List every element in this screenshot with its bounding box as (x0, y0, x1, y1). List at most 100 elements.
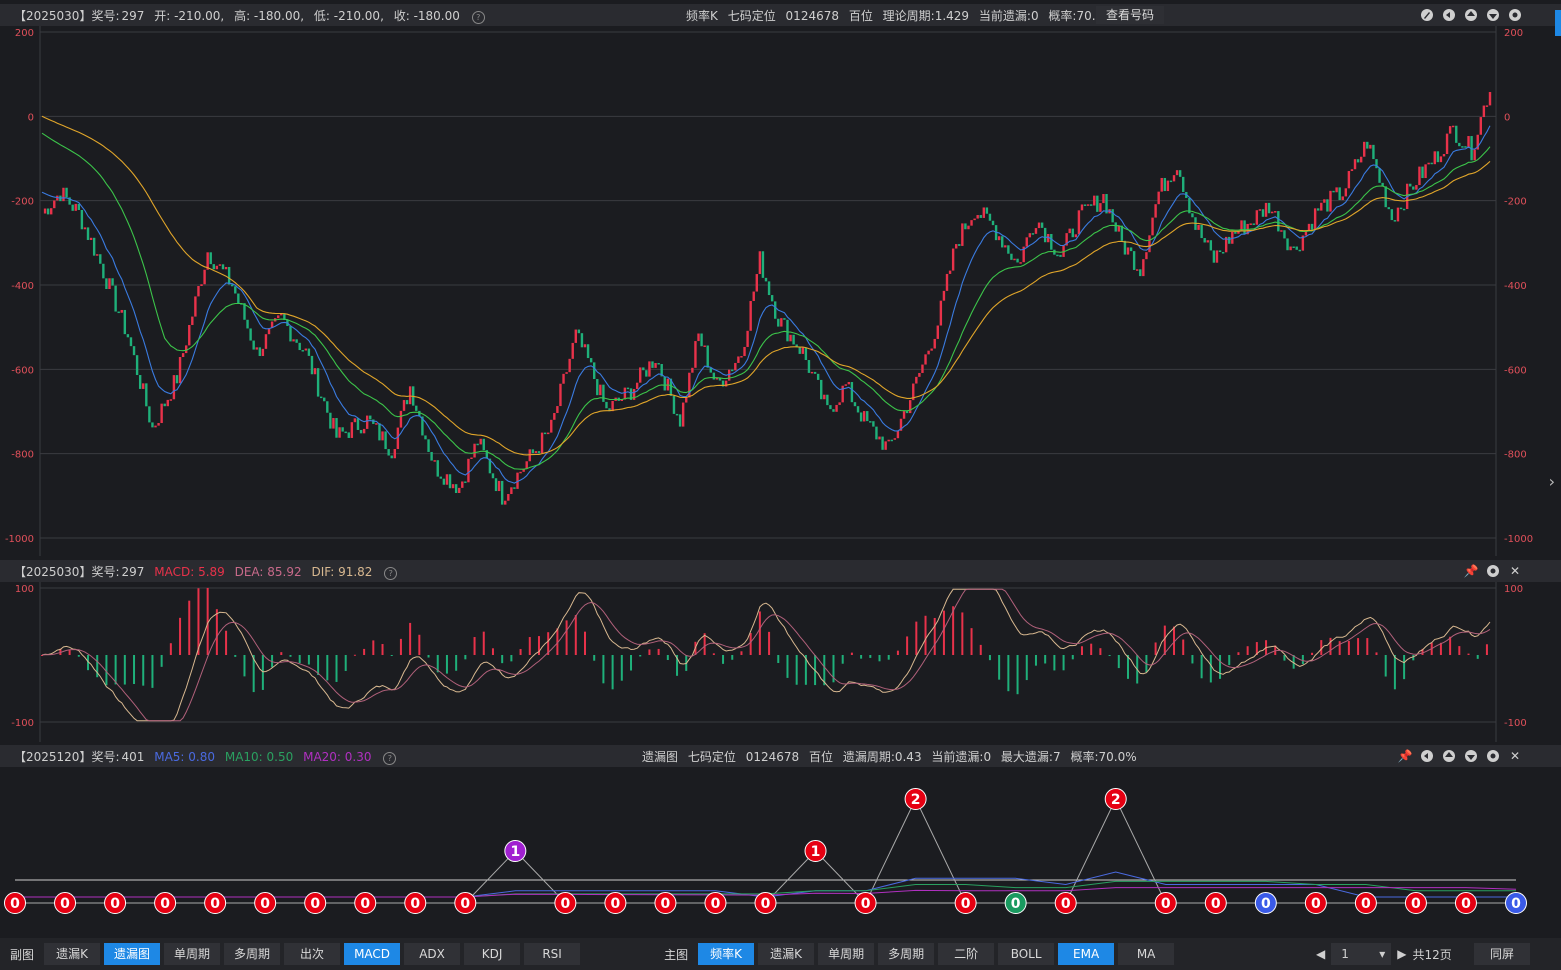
help-icon[interactable]: ? (384, 566, 398, 580)
candle (200, 284, 203, 286)
settings-icon[interactable] (1485, 748, 1501, 764)
macd-bar (353, 654, 356, 656)
miss-marker[interactable]: 0 (104, 892, 127, 914)
sub-tab-0[interactable]: 遗漏K (44, 943, 101, 965)
candle (181, 353, 185, 358)
miss-marker[interactable]: 0 (854, 892, 877, 914)
miss-marker[interactable]: 0 (704, 892, 727, 914)
miss-marker[interactable]: 0 (604, 892, 627, 914)
miss-marker[interactable]: 0 (554, 892, 577, 914)
miss-marker[interactable]: 0 (1254, 892, 1277, 914)
miss-marker[interactable]: 0 (354, 892, 377, 914)
candle (1148, 235, 1151, 253)
prev-page-icon[interactable]: ◀ (1316, 947, 1325, 961)
back-icon[interactable] (1441, 7, 1457, 23)
pin-icon[interactable]: 📌 (1397, 748, 1413, 764)
main-tab-3[interactable]: 多周期 (878, 943, 935, 965)
page-select[interactable]: 1 ▾ (1331, 943, 1392, 965)
edit-icon[interactable] (1419, 7, 1435, 23)
miss-marker[interactable]: 1 (504, 840, 527, 862)
macd-bar (998, 655, 1001, 680)
miss-chart[interactable]: 0 0 0 0 0 0 0 0 0 0 1 0 0 0 0 0 1 0 2 0 0 0 2 0 0 0 0 0 0 0 0 (0, 767, 1561, 937)
candle (703, 345, 706, 348)
back-icon[interactable] (1419, 748, 1435, 764)
sub-tab-7[interactable]: KDJ (464, 943, 521, 965)
candle (976, 215, 979, 219)
macd-bar (445, 655, 448, 674)
close-icon[interactable]: ✕ (1507, 563, 1523, 579)
next-page-icon[interactable]: ▶ (1397, 947, 1406, 961)
miss-marker[interactable]: 1 (804, 840, 827, 862)
settings-icon[interactable] (1485, 563, 1501, 579)
miss-marker-value: 0 (360, 896, 370, 912)
candle (362, 428, 366, 434)
settings-icon[interactable] (1507, 7, 1523, 23)
candle (783, 318, 786, 320)
close-icon[interactable]: ✕ (1507, 748, 1523, 764)
candle (1292, 246, 1295, 249)
main-tab-5[interactable]: BOLL (998, 943, 1055, 965)
chevron-right-icon[interactable]: › (1549, 472, 1555, 491)
miss-marker[interactable]: 0 (1204, 892, 1227, 914)
main-tab-1[interactable]: 遗漏K (758, 943, 815, 965)
sub-tab-3[interactable]: 多周期 (224, 943, 281, 965)
macd-chart[interactable]: 100 100 -100 -100 (0, 582, 1561, 742)
pin-icon[interactable]: 📌 (1463, 563, 1479, 579)
miss-marker[interactable]: 0 (1004, 892, 1027, 914)
same-screen-button[interactable]: 同屏 (1474, 943, 1530, 965)
main-tab-6[interactable]: EMA (1058, 943, 1115, 965)
miss-marker[interactable]: 0 (1354, 892, 1377, 914)
main-kline-chart[interactable]: 200 200 0 0 -200 -200 -400 -400 -600 -600 -800 -800… (0, 26, 1561, 556)
check-number-button[interactable]: 查看号码 (1096, 6, 1165, 24)
up-icon[interactable] (1463, 7, 1479, 23)
down-icon[interactable] (1485, 7, 1501, 23)
main-tab-0[interactable]: 频率K (698, 943, 755, 965)
candle (166, 399, 169, 407)
up-icon[interactable] (1441, 748, 1457, 764)
miss-marker[interactable]: 0 (154, 892, 177, 914)
miss-marker[interactable]: 0 (4, 892, 26, 914)
miss-marker[interactable]: 0 (1304, 892, 1327, 914)
miss-marker[interactable]: 0 (1505, 892, 1527, 914)
miss-marker[interactable]: 0 (204, 892, 227, 914)
candle (1010, 253, 1013, 260)
miss-marker[interactable]: 2 (904, 788, 927, 810)
sub-tab-2[interactable]: 单周期 (164, 943, 221, 965)
sub-tab-1[interactable]: 遗漏图 (104, 943, 161, 965)
macd-bar (933, 617, 936, 655)
sub-tab-5[interactable]: MACD (344, 943, 401, 965)
miss-prize-label: 奖号: (91, 749, 120, 764)
sub-tab-6[interactable]: ADX (404, 943, 461, 965)
miss-marker[interactable]: 2 (1104, 788, 1127, 810)
help-icon[interactable]: ? (471, 10, 485, 24)
miss-marker[interactable]: 0 (1404, 892, 1427, 914)
miss-marker[interactable]: 0 (654, 892, 677, 914)
miss-marker[interactable]: 0 (1054, 892, 1077, 914)
macd-bar (197, 588, 200, 655)
main-tab-4[interactable]: 二阶 (938, 943, 995, 965)
miss-marker[interactable]: 0 (754, 892, 777, 914)
down-icon[interactable] (1463, 748, 1479, 764)
candle (329, 412, 332, 429)
candle (1172, 175, 1176, 182)
miss-marker[interactable]: 0 (1154, 892, 1177, 914)
candle (470, 457, 473, 460)
miss-marker[interactable]: 0 (304, 892, 327, 914)
miss-marker[interactable]: 0 (404, 892, 427, 914)
candle (706, 345, 709, 368)
candle (829, 405, 832, 410)
macd-bar (1439, 642, 1442, 655)
miss-marker[interactable]: 0 (454, 892, 477, 914)
macd-bar (1044, 655, 1047, 664)
candle (221, 264, 225, 270)
miss-marker[interactable]: 0 (1454, 892, 1477, 914)
scroll-indicator[interactable] (1555, 10, 1561, 36)
miss-marker[interactable]: 0 (54, 892, 77, 914)
miss-marker[interactable]: 0 (254, 892, 277, 914)
sub-tab-4[interactable]: 出次 (284, 943, 341, 965)
help-icon[interactable]: ? (383, 751, 397, 765)
main-tab-7[interactable]: MA (1118, 943, 1175, 965)
miss-marker[interactable]: 0 (954, 892, 977, 914)
sub-tab-8[interactable]: RSI (524, 943, 581, 965)
main-tab-2[interactable]: 单周期 (818, 943, 875, 965)
